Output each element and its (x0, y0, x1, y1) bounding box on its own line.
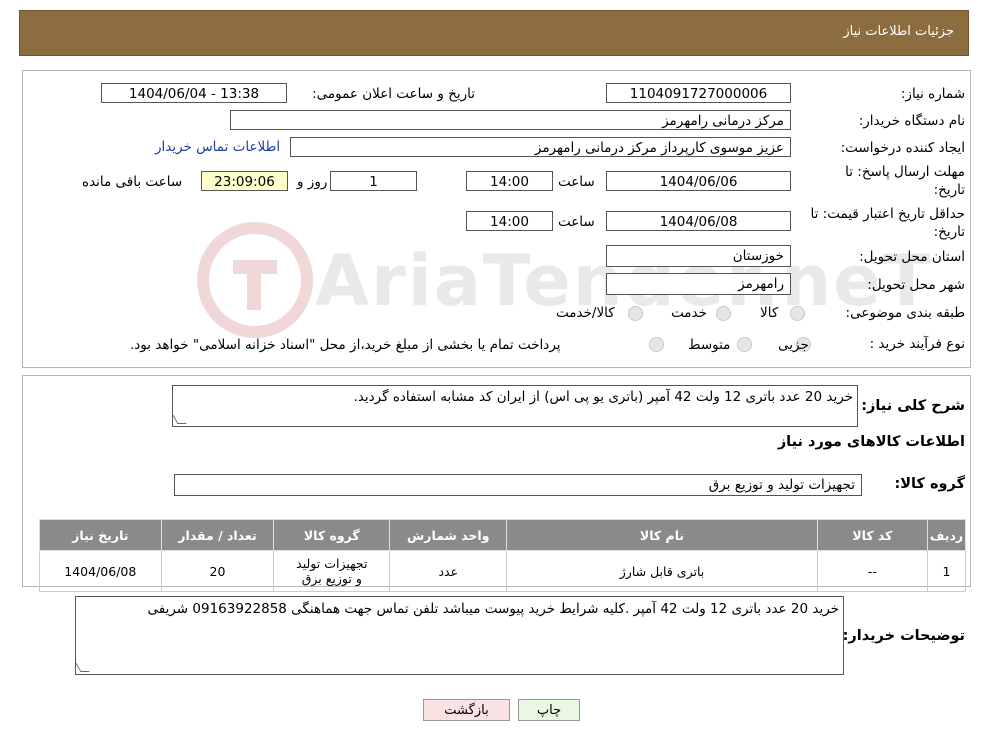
deadline-date-field[interactable]: 1404/06/06 (606, 171, 791, 191)
process-radio-treasury[interactable] (649, 337, 664, 352)
col-name: نام کالا (506, 519, 818, 551)
summary-label: شرح کلی نیاز: (861, 398, 965, 414)
goods-table-header: ردیف کد کالا نام کالا واحد شمارش گروه کا… (39, 519, 966, 551)
cell-unit: عدد (389, 550, 508, 592)
print-button[interactable]: چاپ (518, 699, 580, 721)
process-option-medium: متوسط (688, 337, 731, 353)
validity-time-field[interactable]: 14:00 (466, 211, 553, 231)
summary-textarea[interactable]: خرید 20 عدد باتری 12 ولت 42 آمپر (باتری … (172, 385, 858, 427)
col-qty: تعداد / مقدار (160, 519, 275, 551)
category-option-goods-service: کالا/خدمت (556, 305, 615, 321)
province-label: استان محل تحویل: (859, 249, 965, 265)
resize-grip-icon[interactable] (75, 663, 90, 672)
province-field[interactable]: خوزستان (606, 245, 791, 267)
need-number-field[interactable]: 1104091727000006 (606, 83, 791, 103)
remaining-label: ساعت باقی مانده (82, 174, 183, 190)
cell-code: -- (816, 550, 929, 592)
watermark-logo-icon (197, 222, 313, 338)
days-field[interactable]: 1 (330, 171, 417, 191)
summary-text: خرید 20 عدد باتری 12 ولت 42 آمپر (باتری … (353, 389, 854, 405)
remaining-time-field: 23:09:06 (201, 171, 288, 191)
col-unit: واحد شمارش (389, 519, 508, 551)
category-radio-service[interactable] (716, 306, 731, 321)
cell-group: تجهیزات تولید و توزیع برق (273, 550, 391, 592)
process-label: نوع فرآیند خرید : (869, 336, 965, 352)
process-radio-medium[interactable] (737, 337, 752, 352)
city-field[interactable]: رامهرمز (606, 273, 791, 295)
category-radio-goods[interactable] (790, 306, 805, 321)
deadline-label-line2: تاریخ: (933, 182, 965, 198)
page-title: جزئیات اطلاعات نیاز (843, 24, 954, 39)
need-number-label: شماره نیاز: (900, 86, 965, 102)
process-note: پرداخت تمام یا بخشی از مبلغ خرید،از محل … (130, 337, 561, 353)
category-label: طبقه بندی موضوعی: (845, 305, 965, 321)
col-code: کد کالا (816, 519, 929, 551)
goods-group-label: گروه کالا: (894, 476, 965, 492)
category-option-service: خدمت (671, 305, 707, 321)
announce-label: تاریخ و ساعت اعلان عمومی: (312, 86, 475, 102)
col-row: ردیف (927, 519, 966, 551)
back-button[interactable]: بازگشت (423, 699, 510, 721)
creator-label: ایجاد کننده درخواست: (840, 140, 965, 156)
buyer-notes-textarea[interactable]: خرید 20 عدد باتری 12 ولت 42 آمپر .کلیه ش… (75, 596, 844, 675)
table-row: 1 -- باتری قابل شارژ عدد تجهیزات تولید و… (39, 550, 966, 592)
deadline-time-label: ساعت (558, 174, 595, 190)
goods-section-title: اطلاعات کالاهای مورد نیاز (777, 434, 965, 450)
cell-date: 1404/06/08 (39, 550, 162, 592)
deadline-time-field[interactable]: 14:00 (466, 171, 553, 191)
buyer-org-label: نام دستگاه خریدار: (858, 113, 965, 129)
city-label: شهر محل تحویل: (867, 277, 965, 293)
validity-time-label: ساعت (558, 214, 595, 230)
buyer-notes-text: خرید 20 عدد باتری 12 ولت 42 آمپر .کلیه ش… (147, 601, 839, 617)
days-label: روز و (297, 174, 328, 190)
buyer-org-field[interactable]: مرکز درمانی رامهرمز (230, 110, 791, 130)
validity-label-line1: حداقل تاریخ اعتبار قیمت: تا (810, 206, 965, 222)
cell-row: 1 (927, 550, 966, 592)
col-group: گروه کالا (273, 519, 391, 551)
process-option-minor: جزیی (778, 337, 809, 353)
col-date: تاریخ نیاز (39, 519, 162, 551)
category-option-goods: کالا (760, 305, 779, 321)
buyer-notes-label: توضیحات خریدار: (842, 628, 965, 644)
category-radio-goods-service[interactable] (628, 306, 643, 321)
deadline-label-line1: مهلت ارسال پاسخ: تا (845, 164, 965, 180)
validity-date-field[interactable]: 1404/06/08 (606, 211, 791, 231)
cell-name: باتری قابل شارژ (506, 550, 818, 592)
creator-field[interactable]: عزیز موسوی کارپرداز مرکز درمانی رامهرمز (290, 137, 791, 157)
cell-qty: 20 (160, 550, 275, 592)
goods-group-field[interactable]: تجهیزات تولید و توزیع برق (174, 474, 862, 496)
resize-grip-icon[interactable] (172, 415, 187, 424)
goods-table: ردیف کد کالا نام کالا واحد شمارش گروه کا… (39, 519, 966, 592)
announce-field[interactable]: 1404/06/04 - 13:38 (101, 83, 287, 103)
validity-label-line2: تاریخ: (933, 224, 965, 240)
buyer-contact-link[interactable]: اطلاعات تماس خریدار (155, 139, 280, 155)
page-header: جزئیات اطلاعات نیاز (19, 10, 969, 56)
